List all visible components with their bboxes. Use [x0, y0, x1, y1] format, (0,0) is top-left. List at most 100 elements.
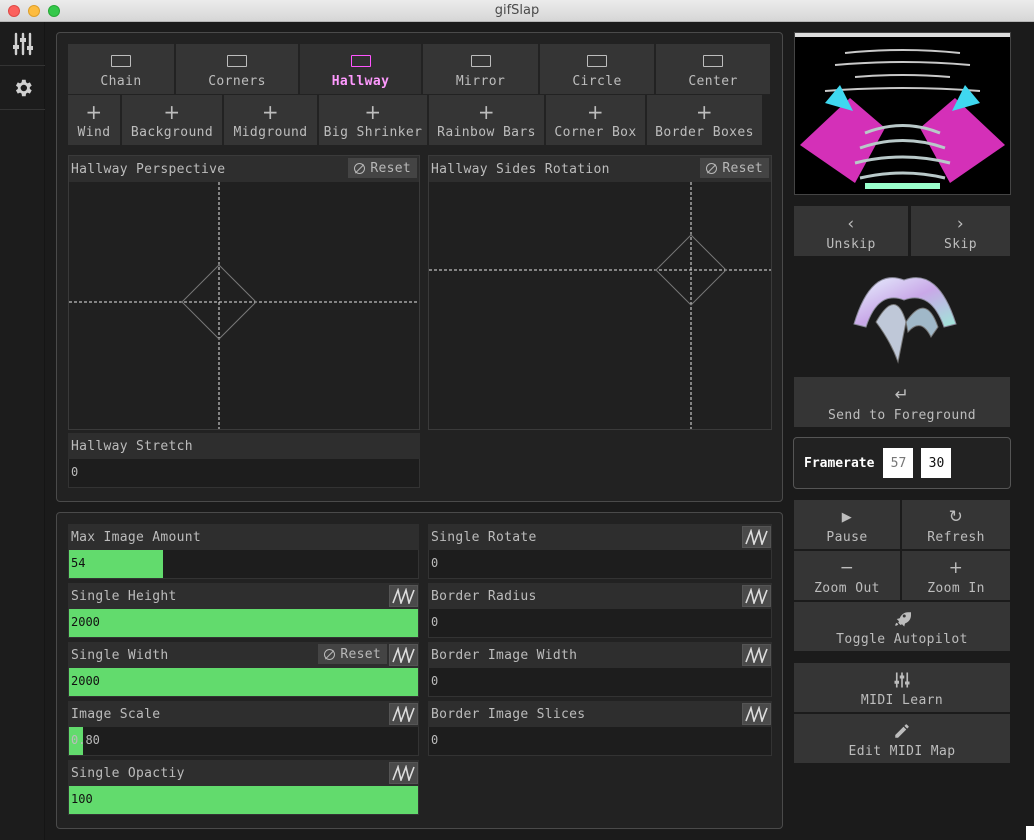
- add-corner-box-button[interactable]: + Corner Box: [546, 95, 645, 145]
- layer-circle-button[interactable]: Circle: [540, 44, 654, 94]
- sidebar-item-settings[interactable]: [0, 66, 45, 110]
- sides-rotation-reset-button[interactable]: Reset: [700, 158, 769, 178]
- add-label: Rainbow Bars: [437, 125, 536, 140]
- framerate-target-input[interactable]: 30: [921, 448, 952, 478]
- border-image-width-slider: Border Image Width 0: [428, 642, 772, 697]
- reset-icon: [324, 648, 336, 660]
- layer-label: Corners: [208, 74, 266, 89]
- gear-icon: [15, 79, 32, 96]
- slider-label: Border Radius: [431, 588, 537, 604]
- add-background-button[interactable]: + Background: [122, 95, 222, 145]
- single-width-reset-button[interactable]: Reset: [318, 644, 387, 664]
- perspective-xy-area[interactable]: [69, 182, 419, 429]
- button-label: Zoom Out: [814, 581, 880, 596]
- add-wind-button[interactable]: + Wind: [68, 95, 120, 145]
- midi-learn-button[interactable]: MIDI Learn: [794, 663, 1010, 712]
- button-label: Refresh: [927, 530, 985, 545]
- refresh-icon: ↻: [948, 507, 964, 527]
- plus-icon: +: [477, 100, 496, 124]
- layer-chain-button[interactable]: Chain: [68, 44, 174, 94]
- foreground-thumbnail[interactable]: [846, 262, 961, 370]
- slider-value: 100: [71, 792, 93, 806]
- hallway-stretch-track[interactable]: 0: [68, 459, 420, 488]
- slider-header: Image Scale: [68, 701, 419, 727]
- toggle-autopilot-button[interactable]: Toggle Autopilot: [794, 602, 1010, 651]
- button-label: Unskip: [826, 237, 876, 252]
- play-icon: ▶: [841, 509, 853, 525]
- max-image-amount-track[interactable]: 54: [68, 550, 419, 579]
- slider-header: Border Image Width: [428, 642, 772, 668]
- slider-value: 0: [431, 556, 439, 570]
- slider-fill: [69, 668, 418, 696]
- wave-icon: [744, 588, 768, 604]
- window-edge: [1026, 826, 1034, 840]
- reset-icon: [354, 162, 366, 174]
- sidebar-item-controls[interactable]: [0, 22, 45, 66]
- add-border-boxes-button[interactable]: + Border Boxes: [647, 95, 762, 145]
- border-radius-lfo-button[interactable]: [742, 585, 771, 607]
- slider-value: 54: [71, 556, 86, 570]
- single-height-lfo-button[interactable]: [389, 585, 418, 607]
- add-label: Corner Box: [554, 125, 637, 140]
- zoom-in-button[interactable]: + Zoom In: [902, 551, 1010, 600]
- perspective-reset-button[interactable]: Reset: [348, 158, 417, 178]
- send-to-foreground-button[interactable]: ↵ Send to Foreground: [794, 377, 1010, 427]
- slider-value: 0: [431, 733, 439, 747]
- refresh-button[interactable]: ↻ Refresh: [902, 500, 1010, 549]
- pad-label: Hallway Perspective: [71, 161, 226, 177]
- layer-type-row: Chain Corners Hallway Mirror Circle Cent…: [68, 44, 770, 94]
- skip-button[interactable]: › Skip: [911, 206, 1010, 256]
- single-rotate-track[interactable]: 0: [428, 550, 772, 579]
- image-scale-slider: Image Scale 0.80: [68, 701, 419, 756]
- single-width-track[interactable]: 2000: [68, 668, 419, 697]
- single-rotate-lfo-button[interactable]: [742, 526, 771, 548]
- properties-panel: Max Image Amount 54 Single Height 2000 S…: [56, 512, 783, 829]
- layer-mirror-button[interactable]: Mirror: [423, 44, 538, 94]
- pause-button[interactable]: ▶ Pause: [794, 500, 900, 549]
- image-scale-lfo-button[interactable]: [389, 703, 418, 725]
- hallway-sides-rotation-pad: Hallway Sides Rotation Reset: [428, 155, 772, 430]
- single-opacity-lfo-button[interactable]: [389, 762, 418, 784]
- border-image-width-lfo-button[interactable]: [742, 644, 771, 666]
- rocket-icon: [893, 609, 911, 629]
- zoom-out-button[interactable]: − Zoom Out: [794, 551, 900, 600]
- border-image-slices-lfo-button[interactable]: [742, 703, 771, 725]
- layer-hallway-button[interactable]: Hallway: [300, 44, 421, 94]
- button-label: Zoom In: [927, 581, 985, 596]
- add-big-shrinker-button[interactable]: + Big Shrinker: [319, 95, 427, 145]
- slider-fill: [69, 786, 418, 814]
- layer-center-button[interactable]: Center: [656, 44, 770, 94]
- single-height-track[interactable]: 2000: [68, 609, 419, 638]
- chevron-right-icon: ›: [956, 214, 965, 234]
- slider-label: Border Image Slices: [431, 706, 586, 722]
- sides-rotation-xy-area[interactable]: [429, 182, 771, 429]
- framerate-box: Framerate 57 30: [793, 437, 1011, 489]
- add-midground-button[interactable]: + Midground: [224, 95, 317, 145]
- single-opacity-track[interactable]: 100: [68, 786, 419, 815]
- image-scale-track[interactable]: 0.80: [68, 727, 419, 756]
- slider-value: 2000: [71, 615, 100, 629]
- slider-value: 2000: [71, 674, 100, 688]
- single-width-lfo-button[interactable]: [389, 644, 418, 666]
- add-label: Background: [130, 125, 214, 140]
- layer-corners-button[interactable]: Corners: [176, 44, 298, 94]
- border-image-width-track[interactable]: 0: [428, 668, 772, 697]
- chevron-left-icon: ‹: [847, 214, 855, 234]
- pad-label: Hallway Sides Rotation: [431, 161, 610, 177]
- edit-midi-map-button[interactable]: Edit MIDI Map: [794, 714, 1010, 763]
- slider-header: Max Image Amount: [68, 524, 419, 550]
- border-radius-track[interactable]: 0: [428, 609, 772, 638]
- border-image-slices-track[interactable]: 0: [428, 727, 772, 756]
- pencil-icon: [893, 721, 911, 741]
- window-titlebar: gifSlap: [0, 0, 1034, 22]
- slider-header: Border Radius: [428, 583, 772, 609]
- plus-icon: +: [586, 100, 605, 124]
- add-rainbow-bars-button[interactable]: + Rainbow Bars: [429, 95, 544, 145]
- button-label: MIDI Learn: [860, 693, 944, 708]
- single-height-slider: Single Height 2000: [68, 583, 419, 638]
- add-label: Border Boxes: [655, 125, 754, 140]
- single-rotate-slider: Single Rotate 0: [428, 524, 772, 579]
- layer-label: Center: [688, 74, 738, 89]
- max-image-amount-slider: Max Image Amount 54: [68, 524, 419, 579]
- unskip-button[interactable]: ‹ Unskip: [794, 206, 908, 256]
